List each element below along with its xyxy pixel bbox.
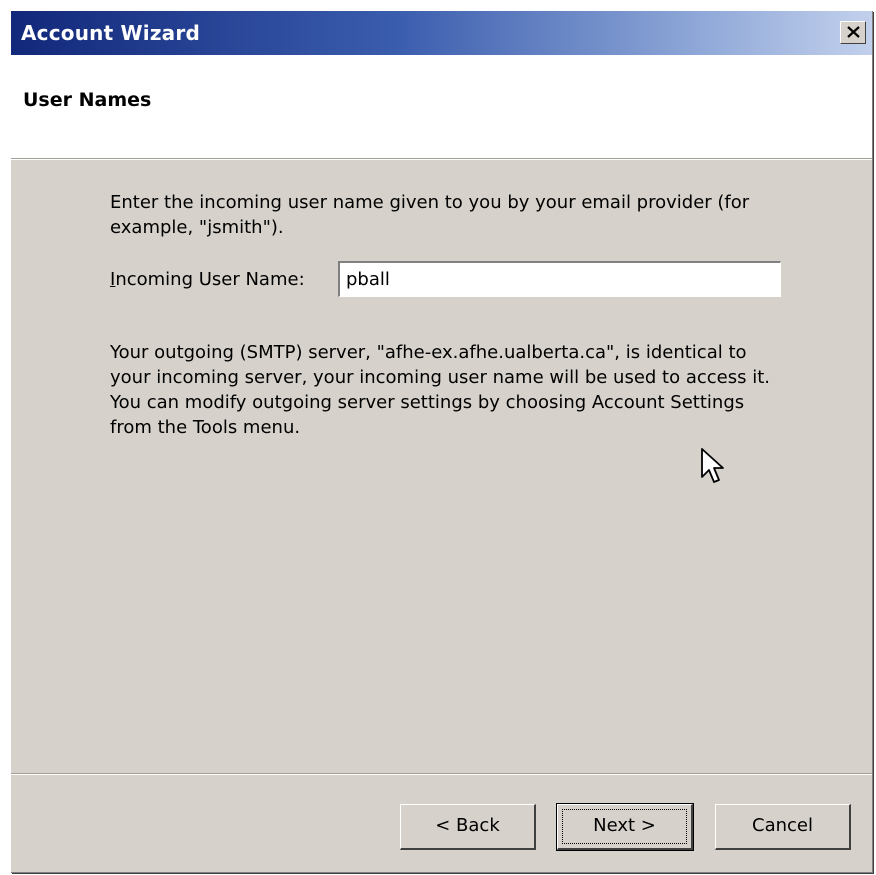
footer-separator [11, 773, 872, 775]
next-button[interactable]: Next > [556, 803, 694, 851]
window-title: Account Wizard [21, 21, 200, 45]
title-bar[interactable]: Account Wizard [11, 11, 872, 55]
wizard-content: Enter the incoming user name given to yo… [11, 160, 872, 771]
mouse-pointer-icon [700, 447, 726, 489]
incoming-user-name-label: Incoming User Name: [110, 269, 305, 290]
close-icon [847, 26, 860, 38]
smtp-info-text: Your outgoing (SMTP) server, "afhe-ex.af… [110, 342, 771, 438]
wizard-header: User Names [11, 55, 872, 159]
incoming-user-name-input[interactable] [338, 261, 781, 297]
account-wizard-dialog: Account Wizard User Names Enter the inco… [10, 10, 872, 872]
next-button-label: Next > [593, 815, 656, 836]
label-rest: ncoming User Name: [115, 269, 305, 290]
cancel-button[interactable]: Cancel [715, 804, 851, 850]
page-title: User Names [23, 89, 152, 111]
instructions-text: Enter the incoming user name given to yo… [110, 192, 750, 238]
back-button[interactable]: < Back [400, 804, 536, 850]
close-button[interactable] [840, 21, 866, 44]
